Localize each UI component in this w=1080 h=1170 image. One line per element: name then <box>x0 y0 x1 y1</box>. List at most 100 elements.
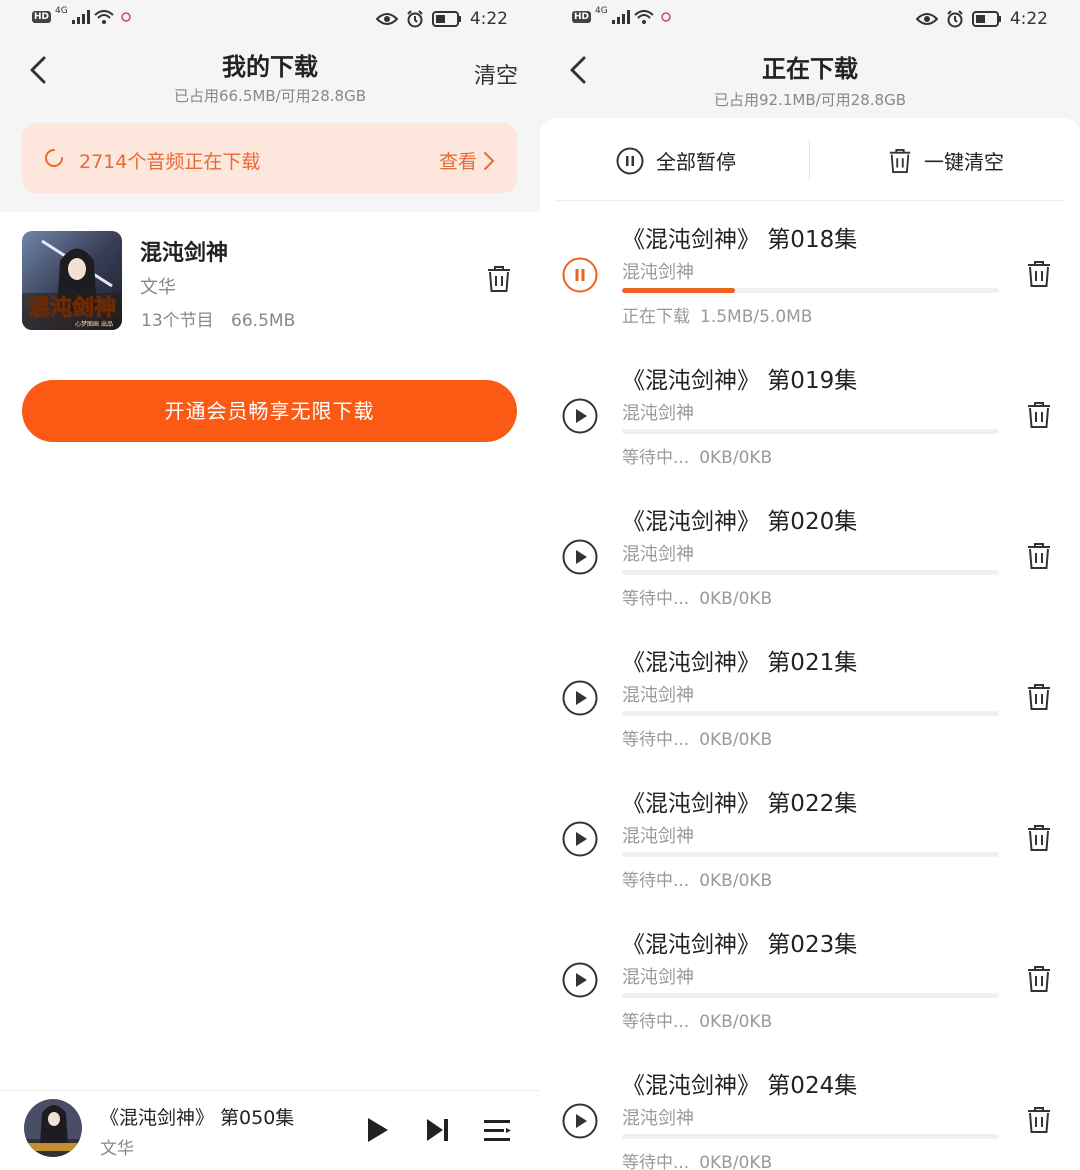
episode-title: 《混沌剑神》 第021集 <box>622 650 858 676</box>
eye-icon <box>375 13 398 25</box>
trash-icon[interactable] <box>1026 1106 1052 1134</box>
next-track-icon[interactable] <box>424 1116 452 1144</box>
status-text: 等待中... <box>622 448 690 468</box>
status-text: 等待中... <box>622 871 690 891</box>
clear-all-label: 一键清空 <box>924 150 1004 174</box>
pause-all-button[interactable]: 全部暂停 <box>616 146 736 175</box>
mini-player-cover-art <box>24 1099 82 1157</box>
signal-icon <box>611 10 630 24</box>
download-item[interactable]: 《混沌剑神》 第023集 混沌剑神 等待中... 0KB/0KB <box>540 905 1080 1046</box>
play-circle-icon[interactable] <box>562 1103 598 1139</box>
play-circle-icon[interactable] <box>562 539 598 575</box>
episode-album: 混沌剑神 <box>622 1108 694 1129</box>
downloading-count: 2714个音频正在下载 <box>79 151 261 173</box>
alarm-icon <box>407 10 423 28</box>
status-left: HD 4G <box>572 6 674 24</box>
download-item[interactable]: 《混沌剑神》 第019集混沌剑神等待中... 0KB/0KB <box>540 341 1080 482</box>
trash-icon[interactable] <box>1026 260 1052 288</box>
trash-icon[interactable] <box>486 265 512 293</box>
episode-title: 《混沌剑神》 第024集 <box>622 1073 858 1099</box>
status-text: 正在下载 <box>622 307 690 327</box>
download-item[interactable]: 《混沌剑神》 第020集 混沌剑神 等待中... 0KB/0KB <box>540 482 1080 623</box>
size-text: 0KB/0KB <box>699 871 773 891</box>
clock: 4:22 <box>1009 9 1048 29</box>
download-item[interactable]: 《混沌剑神》 第021集 混沌剑神 等待中... 0KB/0KB <box>540 623 1080 764</box>
progress-bar <box>622 993 999 998</box>
status-left: HD 4G <box>32 6 134 24</box>
trash-icon <box>889 148 911 173</box>
progress-bar <box>622 1134 999 1139</box>
download-status: 正在下载 1.5MB/5.0MB <box>622 302 812 327</box>
size-text: 0KB/0KB <box>699 730 773 750</box>
episode-album: 混沌剑神 <box>622 967 694 988</box>
clear-button[interactable]: 清空 <box>474 58 518 90</box>
chevron-right-icon <box>484 151 495 170</box>
vip-upgrade-button[interactable]: 开通会员畅享无限下载 <box>22 380 517 442</box>
trash-icon[interactable] <box>1026 965 1052 993</box>
download-status: 等待中... 0KB/0KB <box>622 1148 772 1170</box>
network-label: 4G <box>595 6 608 16</box>
album-cover-subtitle: 心梦图画 出品 <box>75 320 113 328</box>
episode-title: 《混沌剑神》 第020集 <box>622 509 858 535</box>
loading-icon <box>45 149 63 167</box>
play-circle-icon[interactable] <box>562 962 598 998</box>
playlist-icon[interactable] <box>482 1117 512 1145</box>
status-right: 4:22 <box>915 9 1048 29</box>
mini-player[interactable]: 《混沌剑神》 第050集 文华 <box>0 1090 540 1170</box>
pause-all-label: 全部暂停 <box>656 150 736 174</box>
size-text: 0KB/0KB <box>699 1012 773 1032</box>
storage-info: 已占用92.1MB/可用28.8GB <box>714 91 906 109</box>
clear-all-button[interactable]: 一键清空 <box>888 146 1004 175</box>
play-icon[interactable] <box>362 1115 392 1145</box>
album-episode-count: 13个节目 <box>141 311 214 331</box>
hd-icon: HD <box>572 11 592 23</box>
view-link[interactable]: 查看 <box>439 147 495 174</box>
pause-circle-icon <box>616 147 644 174</box>
play-circle-icon[interactable] <box>562 398 598 434</box>
status-bar: HD 4G 4:22 <box>540 0 1080 38</box>
episode-album: 混沌剑神 <box>622 403 694 424</box>
trash-icon[interactable] <box>1026 683 1052 711</box>
download-status: 等待中... 0KB/0KB <box>622 443 772 468</box>
status-right: 4:22 <box>375 9 508 29</box>
download-item[interactable]: 《混沌剑神》 第022集 混沌剑神 等待中... 0KB/0KB <box>540 764 1080 905</box>
album-cover-title: 混沌剑神 <box>28 295 116 321</box>
pause-icon[interactable] <box>562 257 598 293</box>
network-label: 4G <box>55 6 68 16</box>
mini-player-title: 《混沌剑神》 第050集 <box>100 1107 295 1129</box>
download-status: 等待中... 0KB/0KB <box>622 725 772 750</box>
progress-bar <box>622 429 999 434</box>
trash-icon[interactable] <box>1026 542 1052 570</box>
app-notification-icon <box>120 12 131 22</box>
downloading-banner[interactable]: 2714个音频正在下载 查看 <box>22 123 517 193</box>
status-text: 等待中... <box>622 730 690 750</box>
size-text: 0KB/0KB <box>699 448 773 468</box>
episode-title: 《混沌剑神》 第022集 <box>622 791 858 817</box>
download-item[interactable]: 《混沌剑神》 第018集 混沌剑神 正在下载 1.5MB/5.0MB <box>540 200 1080 341</box>
trash-icon[interactable] <box>1026 401 1052 429</box>
album-size: 66.5MB <box>231 311 296 331</box>
status-text: 等待中... <box>622 1012 690 1032</box>
size-text: 1.5MB/5.0MB <box>700 307 813 327</box>
status-bar: HD 4G 4:22 <box>0 0 540 38</box>
mini-player-author: 文华 <box>100 1139 134 1159</box>
mini-player-cover[interactable] <box>24 1099 82 1157</box>
album-meta: 13个节目 66.5MB <box>141 306 295 331</box>
storage-info: 已占用66.5MB/可用28.8GB <box>174 87 366 105</box>
album-title[interactable]: 混沌剑神 <box>140 235 228 267</box>
episode-title: 《混沌剑神》 第019集 <box>622 368 858 394</box>
download-item[interactable]: 《混沌剑神》 第024集混沌剑神等待中... 0KB/0KB <box>540 1046 1080 1170</box>
trash-icon[interactable] <box>1026 824 1052 852</box>
my-downloads-screen: HD 4G 4:22 我的下载 已占用66.5MB/可用28.8GB 清空 27… <box>0 0 540 1170</box>
toolbar-divider <box>809 140 810 180</box>
progress-bar <box>622 570 999 575</box>
downloaded-albums-card <box>0 212 540 1090</box>
status-text: 等待中... <box>622 589 690 609</box>
status-text: 等待中... <box>622 1153 690 1170</box>
album-cover[interactable]: 混沌剑神 心梦图画 出品 <box>22 231 122 330</box>
download-status: 等待中... 0KB/0KB <box>622 584 772 609</box>
battery-icon <box>971 11 1001 27</box>
download-status: 等待中... 0KB/0KB <box>622 866 772 891</box>
play-circle-icon[interactable] <box>562 680 598 716</box>
play-circle-icon[interactable] <box>562 821 598 857</box>
